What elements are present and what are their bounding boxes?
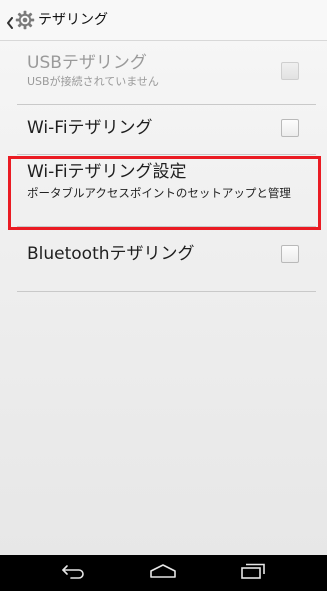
usb-tethering-title: USBテザリング: [27, 53, 147, 73]
recents-icon: [239, 563, 267, 583]
home-button[interactable]: [143, 561, 183, 585]
preference-list: USBテザリング USBが接続されていません Wi-Fiテザリング Wi-Fiテ…: [0, 41, 327, 292]
up-navigation-button[interactable]: [0, 0, 43, 40]
chevron-left-icon: [6, 14, 14, 29]
settings-screen: テザリング USBテザリング USBが接続されていません Wi-Fiテザリング …: [0, 0, 327, 555]
wifi-tethering-item[interactable]: Wi-Fiテザリング: [0, 104, 327, 154]
wifi-tethering-checkbox[interactable]: [281, 119, 299, 137]
page-title: テザリング: [38, 12, 108, 28]
usb-tethering-checkbox: [281, 62, 299, 80]
action-bar: テザリング: [0, 0, 327, 41]
home-icon: [148, 563, 178, 583]
bluetooth-tethering-item[interactable]: Bluetoothテザリング: [0, 226, 327, 285]
bluetooth-tethering-checkbox[interactable]: [281, 245, 299, 263]
back-icon: [60, 563, 88, 583]
wifi-tethering-settings-title: Wi-Fiテザリング設定: [27, 162, 187, 182]
divider: [17, 291, 316, 292]
gear-icon: [15, 10, 35, 30]
wifi-tethering-settings-item[interactable]: Wi-Fiテザリング設定 ポータブルアクセスポイントのセットアップと管理: [0, 154, 327, 230]
usb-tethering-item: USBテザリング USBが接続されていません: [0, 41, 327, 104]
navigation-bar: [0, 555, 327, 591]
wifi-tethering-title: Wi-Fiテザリング: [27, 118, 153, 138]
bluetooth-tethering-title: Bluetoothテザリング: [27, 244, 195, 264]
back-button[interactable]: [54, 561, 94, 585]
recents-button[interactable]: [233, 561, 273, 585]
usb-tethering-summary: USBが接続されていません: [27, 75, 159, 88]
wifi-tethering-settings-summary: ポータブルアクセスポイントのセットアップと管理: [27, 186, 291, 200]
